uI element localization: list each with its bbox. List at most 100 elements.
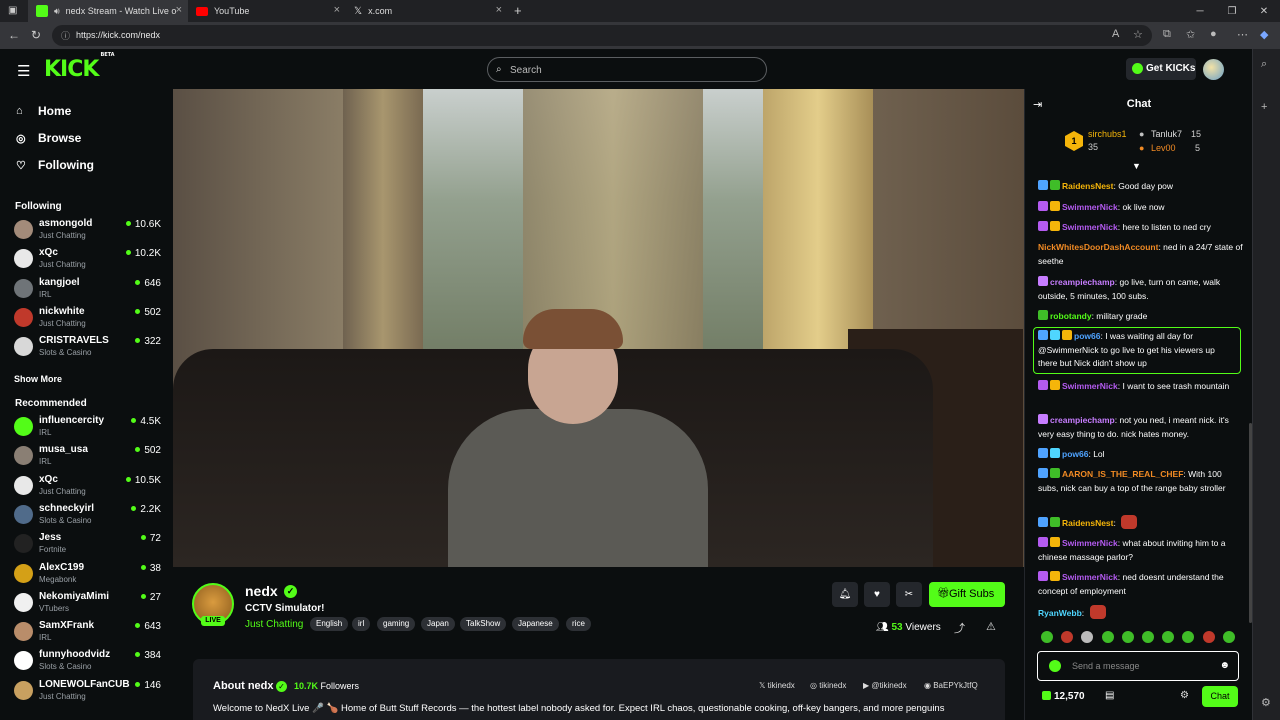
favorites-icon[interactable]: ✩ (1186, 28, 1195, 41)
tag-chip[interactable]: gaming (377, 617, 416, 631)
chat-username[interactable]: SwimmerNick (1062, 222, 1118, 232)
tag-chip[interactable]: English (310, 617, 349, 631)
emoji-icon[interactable]: ☻ (1219, 660, 1230, 671)
gifter-name[interactable]: sirchubs1 (1088, 129, 1127, 139)
chat-username[interactable]: creampiechamp (1050, 277, 1115, 287)
quick-emote-icon[interactable] (1081, 631, 1094, 643)
tag-chip[interactable]: rice (566, 617, 591, 631)
follow-heart-button[interactable]: ♥ (864, 582, 890, 607)
chat-scrollbar[interactable] (1249, 423, 1252, 623)
nav-following[interactable]: ♡ Following (16, 158, 94, 172)
quick-emote-icon[interactable] (1061, 631, 1074, 643)
tab-x[interactable]: 𝕏 x.com × (346, 0, 508, 22)
close-tab-icon[interactable]: × (176, 4, 182, 16)
send-chat-button[interactable]: Chat (1202, 686, 1238, 707)
reload-icon[interactable]: ↻ (31, 28, 41, 42)
sidebar-channel[interactable]: funnyhoodvidz Slots & Casino 384 (14, 647, 164, 675)
sidebar-toggle-icon[interactable]: ▣ (8, 5, 17, 16)
chat-username[interactable]: pow66 (1074, 331, 1100, 341)
sidebar-channel[interactable]: nickwhite Just Chatting 502 (14, 304, 164, 332)
menu-icon[interactable]: ☰ (17, 62, 30, 80)
chat-username[interactable]: robotandy (1050, 311, 1092, 321)
kicks-balance[interactable]: 12,570 (1042, 691, 1085, 702)
chat-username[interactable]: SwimmerNick (1062, 202, 1118, 212)
chat-message-input[interactable]: Send a message ☻ (1037, 651, 1239, 681)
quick-emote-icon[interactable] (1162, 631, 1175, 643)
tag-chip[interactable]: Japanese (512, 617, 559, 631)
profile-icon[interactable]: ● (1210, 28, 1217, 40)
quick-emote-icon[interactable] (1101, 631, 1114, 643)
chat-username[interactable]: SwimmerNick (1062, 381, 1118, 391)
close-window-icon[interactable]: ✕ (1248, 0, 1280, 22)
more-options-icon[interactable]: ⋯ (1237, 28, 1248, 41)
video-player[interactable] (173, 89, 1024, 567)
chat-settings-icon[interactable]: ⚙ (1180, 690, 1189, 701)
social-instagram[interactable]: ◎ tikinedx (810, 681, 846, 690)
sidebar-channel[interactable]: AlexC199 Megabonk 38 (14, 560, 164, 588)
report-icon[interactable]: ⚠ (986, 620, 996, 633)
clip-button[interactable]: ✂ (896, 582, 922, 607)
notification-bell-button[interactable]: 🔔︎ (832, 582, 858, 607)
chat-username[interactable]: AARON_IS_THE_REAL_CHEF (1062, 469, 1183, 479)
maximize-icon[interactable]: ❐ (1216, 0, 1248, 22)
sidebar-channel[interactable]: CRISTRAVELS Slots & Casino 322 (14, 333, 164, 361)
sidebar-channel[interactable]: Jess Fortnite 72 (14, 530, 164, 558)
tab-youtube[interactable]: YouTube × (188, 0, 346, 22)
social-discord[interactable]: ◉ BaEPYkJtfQ (924, 681, 978, 690)
back-icon[interactable]: ← (8, 28, 20, 42)
chat-username[interactable]: creampiechamp (1050, 415, 1115, 425)
mute-icon[interactable]: 🔊︎ (54, 6, 60, 17)
show-more-link[interactable]: Show More (14, 374, 62, 384)
gift-subs-button[interactable]: 🎁︎ Gift Subs (929, 582, 1005, 607)
chat-username[interactable]: pow66 (1062, 449, 1088, 459)
chat-username[interactable]: RyanWebb (1038, 608, 1082, 618)
quick-emote-icon[interactable] (1142, 631, 1154, 643)
sidebar-channel[interactable]: LONEWOLFanCUB Just Chatting 146 (14, 677, 164, 705)
url-field[interactable]: ⓘ https://kick.com/nedx (52, 25, 1152, 46)
quick-emote-icon[interactable] (1121, 631, 1134, 643)
extensions-icon[interactable]: ⧉ (1163, 28, 1171, 41)
quick-emote-icon[interactable] (1041, 631, 1053, 643)
social-x[interactable]: 𝕏 tikinedx (759, 681, 795, 690)
nav-browse[interactable]: ◎ Browse (16, 131, 81, 145)
gifter-name[interactable]: Tanluk7 (1151, 129, 1182, 139)
sidebar-channel[interactable]: musa_usa IRL 502 (14, 442, 164, 470)
share-icon[interactable]: ⤴ (954, 620, 965, 636)
chat-username[interactable]: SwimmerNick (1062, 572, 1118, 582)
close-tab-icon[interactable]: × (496, 4, 502, 16)
site-info-icon[interactable]: ⓘ (61, 29, 70, 42)
search-icon[interactable]: ⌕ (1261, 58, 1267, 71)
chat-username[interactable]: SwimmerNick (1062, 538, 1118, 548)
sidebar-channel[interactable]: influencercity IRL 4.5K (14, 413, 164, 441)
quick-emote-icon[interactable] (1202, 631, 1215, 643)
quick-emote-icon[interactable] (1222, 631, 1235, 643)
read-aloud-icon[interactable]: A (1112, 28, 1119, 40)
sidebar-channel[interactable]: SamXFrank IRL 643 (14, 618, 164, 646)
settings-icon[interactable]: ⚙ (1261, 696, 1271, 709)
copilot-icon[interactable]: ◆ (1260, 28, 1268, 41)
social-youtube[interactable]: ▶ @tikinedx (863, 681, 907, 690)
add-icon[interactable]: + (1261, 101, 1267, 113)
tag-chip[interactable]: TalkShow (460, 617, 507, 631)
chat-username[interactable]: RaidensNest (1062, 181, 1114, 191)
tag-chip[interactable]: Japan (421, 617, 455, 631)
sidebar-channel[interactable]: NekomiyaMimi VTubers 27 (14, 589, 164, 617)
search-input[interactable]: ⌕ Search (487, 57, 767, 82)
favorite-star-icon[interactable]: ☆ (1133, 28, 1143, 41)
minimize-icon[interactable]: ─ (1184, 0, 1216, 22)
expand-arrow-icon[interactable]: ▼ (1132, 161, 1141, 171)
store-icon[interactable]: ▤ (1105, 690, 1114, 701)
new-tab-icon[interactable]: + (514, 3, 522, 18)
sidebar-channel[interactable]: kangjoel IRL 646 (14, 275, 164, 303)
close-tab-icon[interactable]: × (334, 4, 340, 16)
channel-name[interactable]: nedx (245, 583, 278, 599)
nav-home[interactable]: ⌂ Home (16, 104, 71, 118)
kick-logo[interactable]: KICKBETA (44, 52, 115, 82)
quick-emote-icon[interactable] (1182, 631, 1195, 643)
sidebar-channel[interactable]: xQc Just Chatting 10.2K (14, 245, 164, 273)
tag-chip[interactable]: irl (352, 617, 371, 631)
get-kicks-button[interactable]: Get KICKs (1126, 58, 1196, 80)
tab-kick[interactable]: 🔊︎ nedx Stream - Watch Live on Kick × (28, 0, 188, 22)
gifter-name[interactable]: Lev00 (1151, 143, 1176, 153)
sidebar-channel[interactable]: xQc Just Chatting 10.5K (14, 472, 164, 500)
